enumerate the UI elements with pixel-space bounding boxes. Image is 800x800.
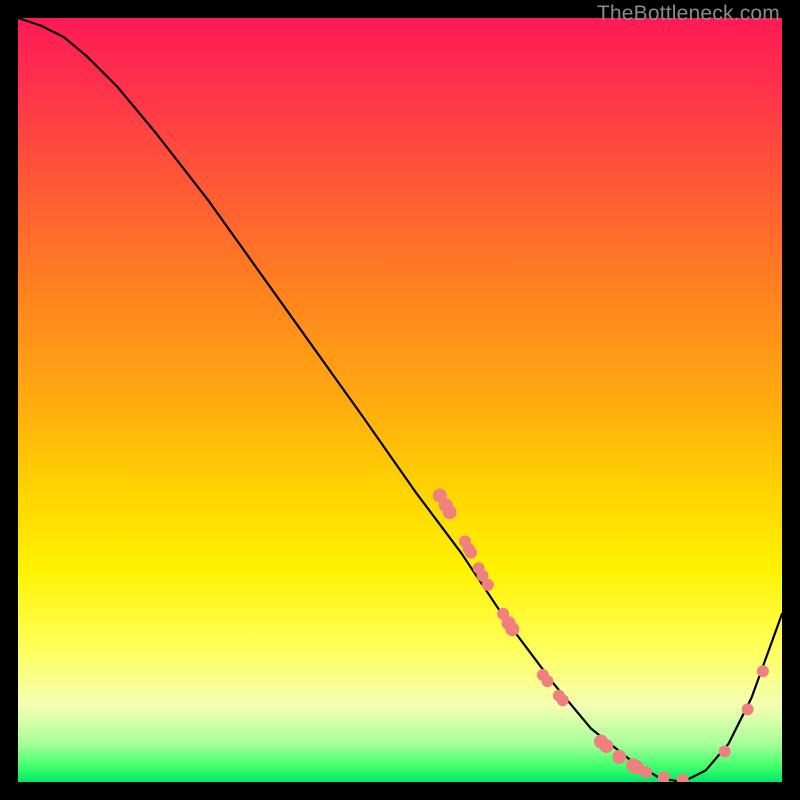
- data-point: [742, 703, 754, 715]
- data-point: [443, 505, 457, 519]
- data-point: [541, 675, 553, 687]
- data-point: [640, 766, 652, 778]
- data-point: [658, 771, 670, 782]
- data-point: [465, 547, 477, 559]
- data-point: [599, 739, 613, 753]
- data-point: [677, 774, 689, 782]
- plot-area: [18, 18, 782, 782]
- data-point: [719, 745, 731, 757]
- data-point: [482, 579, 494, 591]
- chart-svg: [18, 18, 782, 782]
- curve-line: [18, 18, 782, 782]
- data-point: [757, 665, 769, 677]
- chart-container: TheBottleneck.com: [0, 0, 800, 800]
- watermark-text: TheBottleneck.com: [597, 2, 780, 26]
- data-point: [612, 750, 626, 764]
- data-point: [557, 694, 569, 706]
- data-point: [505, 622, 519, 636]
- data-points: [433, 489, 769, 783]
